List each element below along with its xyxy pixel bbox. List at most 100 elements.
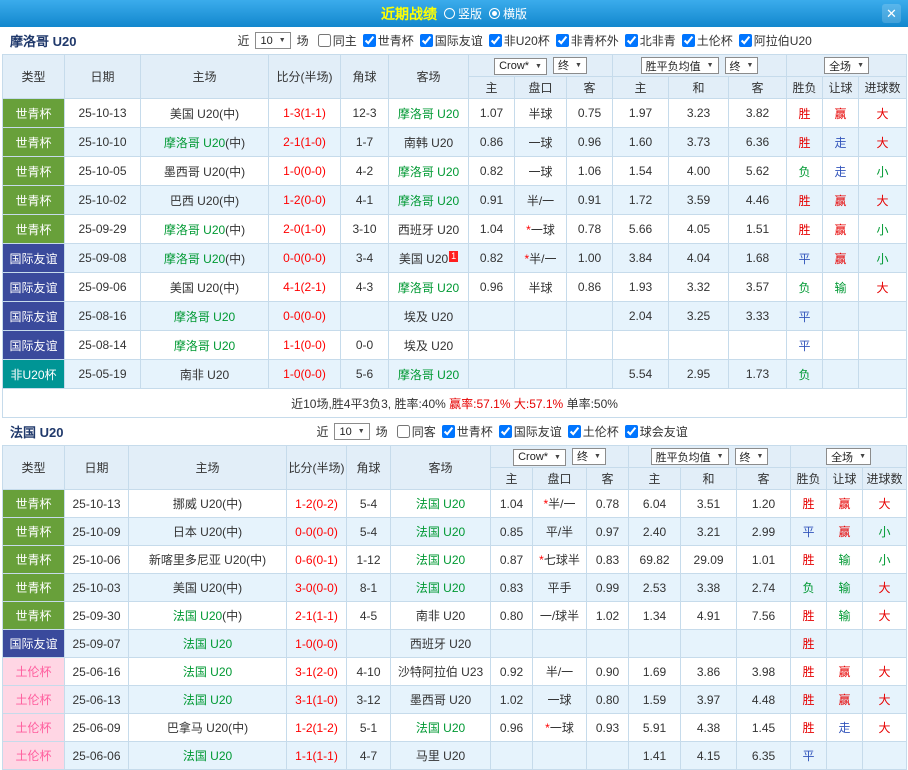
- summary-row: 近10场,胜4平3负3, 胜率:40% 赢率:57.1% 大:57.1% 单率:…: [3, 389, 907, 418]
- filter-checkbox[interactable]: [568, 425, 581, 438]
- filter-checkbox[interactable]: [363, 34, 376, 47]
- filter-option[interactable]: 土伦杯: [680, 32, 733, 49]
- filter-option[interactable]: 同客: [395, 423, 436, 440]
- cell-goals: 大: [863, 490, 907, 518]
- cell-avg-home: 3.84: [613, 244, 669, 273]
- filter-checkbox[interactable]: [489, 34, 502, 47]
- avg-odds-select[interactable]: 胜平负均值▼: [641, 57, 719, 74]
- sub-column-header: 主: [491, 468, 533, 490]
- neutral-venue-label: (中): [222, 525, 242, 539]
- layout-option-horizontal[interactable]: 横版: [489, 5, 527, 22]
- neutral-venue-label: (中): [222, 497, 242, 511]
- cell-date: 25-10-13: [65, 99, 141, 128]
- cell-goals: [859, 360, 907, 389]
- recent-count-select[interactable]: 10 ▼: [255, 32, 290, 49]
- filter-option[interactable]: 阿拉伯U20: [737, 32, 812, 49]
- odds-final-select[interactable]: 终▼: [553, 57, 587, 74]
- filter-checkbox[interactable]: [318, 34, 331, 47]
- filter-option[interactable]: 国际友谊: [418, 32, 483, 49]
- cell-away-team: 西班牙 U20: [389, 215, 469, 244]
- cell-handicap-result: 赢: [827, 518, 863, 546]
- odds-group-header: Crow*▼ 终▼: [469, 55, 613, 77]
- odds-final-select[interactable]: 终▼: [572, 448, 606, 465]
- cell-corners: [347, 630, 391, 658]
- filter-checkbox[interactable]: [682, 34, 695, 47]
- cell-odds-home: 0.96: [469, 273, 515, 302]
- topbar-center: 近期战绩 竖版 横版: [381, 4, 527, 24]
- cell-match-type: 国际友谊: [3, 302, 65, 331]
- filter-option[interactable]: 世青杯: [440, 423, 493, 440]
- filter-option[interactable]: 土伦杯: [566, 423, 619, 440]
- filter-checkbox[interactable]: [739, 34, 752, 47]
- cell-score: 3-1(2-0): [287, 658, 347, 686]
- cell-handicap-result: 输: [823, 273, 859, 302]
- chevron-down-icon: ▼: [279, 37, 286, 44]
- filter-option[interactable]: 国际友谊: [497, 423, 562, 440]
- table-row: 世青杯25-10-06新喀里多尼亚 U20(中)0-6(0-1)1-12法国 U…: [3, 546, 907, 574]
- cell-handicap: 半球: [515, 273, 567, 302]
- filter-checkbox[interactable]: [420, 34, 433, 47]
- cell-score: 0-0(0-0): [269, 302, 341, 331]
- recent-suffix-label: 场: [297, 32, 309, 49]
- avg-odds-select[interactable]: 胜平负均值▼: [651, 448, 729, 465]
- radio-icon: [489, 8, 500, 19]
- filter-checkbox[interactable]: [499, 425, 512, 438]
- close-icon[interactable]: ✕: [882, 4, 901, 23]
- recent-count-select-value: 10: [260, 35, 272, 47]
- cell-avg-home: 1.54: [613, 157, 669, 186]
- filter-option[interactable]: 同主: [316, 32, 357, 49]
- filter-checkbox[interactable]: [442, 425, 455, 438]
- fulltime-scope-select[interactable]: 全场▼: [824, 57, 869, 74]
- filter-option[interactable]: 球会友谊: [623, 423, 688, 440]
- odds-company-select[interactable]: Crow*▼: [513, 449, 566, 466]
- cell-corners: 8-1: [347, 574, 391, 602]
- summary-segment: 近10场,胜4平3负3, 胜率:40%: [291, 397, 449, 411]
- cell-away-team: 摩洛哥 U20: [389, 186, 469, 215]
- filter-option[interactable]: 北非青: [623, 32, 676, 49]
- cell-goals: 大: [863, 686, 907, 714]
- neutral-venue-label: (中): [222, 609, 242, 623]
- cell-odds-home: 0.83: [491, 574, 533, 602]
- summary-segment: 单率:50%: [567, 397, 618, 411]
- odds-company-select[interactable]: Crow*▼: [494, 58, 547, 75]
- cell-handicap: 半/一: [533, 658, 587, 686]
- avg-final-select[interactable]: 终▼: [725, 57, 759, 74]
- table-row: 世青杯25-10-05墨西哥 U20(中)1-0(0-0)4-2摩洛哥 U200…: [3, 157, 907, 186]
- team-name: 墨西哥 U20: [164, 165, 225, 179]
- column-header: 客场: [391, 446, 491, 490]
- avg-final-select[interactable]: 终▼: [735, 448, 769, 465]
- cell-corners: 5-4: [347, 518, 391, 546]
- cell-odds-away: 0.86: [567, 273, 613, 302]
- layout-option-vertical[interactable]: 竖版: [444, 5, 482, 22]
- cell-avg-away: 7.56: [737, 602, 791, 630]
- filter-checkbox[interactable]: [625, 34, 638, 47]
- cell-handicap-result: 赢: [827, 658, 863, 686]
- section-france-u20: 法国 U20近10▼场同客世青杯国际友谊土伦杯球会友谊类型日期主场比分(半场)角…: [0, 418, 908, 770]
- cell-odds-home: 0.80: [491, 602, 533, 630]
- filter-option[interactable]: 非青杯外: [554, 32, 619, 49]
- cell-match-type: 世青杯: [3, 215, 65, 244]
- cell-odds-away: [567, 302, 613, 331]
- cell-date: 25-08-14: [65, 331, 141, 360]
- team-name: 摩洛哥 U20: [398, 107, 459, 121]
- cell-corners: 3-10: [341, 215, 389, 244]
- recent-count-select[interactable]: 10▼: [334, 423, 369, 440]
- filter-checkbox[interactable]: [556, 34, 569, 47]
- fulltime-scope-select[interactable]: 全场▼: [826, 448, 871, 465]
- filter-option[interactable]: 非U20杯: [487, 32, 550, 49]
- cell-odds-home: [491, 630, 533, 658]
- team-name: 摩洛哥 U20: [398, 281, 459, 295]
- cell-home-team: 法国 U20: [129, 658, 287, 686]
- cell-odds-home: 1.04: [469, 215, 515, 244]
- table-row: 世青杯25-10-13美国 U20(中)1-3(1-1)12-3摩洛哥 U201…: [3, 99, 907, 128]
- star-marker: *: [545, 721, 550, 735]
- filter-checkbox[interactable]: [397, 425, 410, 438]
- cell-result: 胜: [791, 714, 827, 742]
- filter-option[interactable]: 世青杯: [361, 32, 414, 49]
- filter-checkbox[interactable]: [625, 425, 638, 438]
- team-name: 摩洛哥 U20: [164, 136, 225, 150]
- cell-result: 平: [791, 518, 827, 546]
- team-name: 法国 U20: [416, 581, 465, 595]
- table-row: 土伦杯25-06-13法国 U203-1(1-0)3-12墨西哥 U201.02…: [3, 686, 907, 714]
- team-name: 日本 U20: [173, 525, 222, 539]
